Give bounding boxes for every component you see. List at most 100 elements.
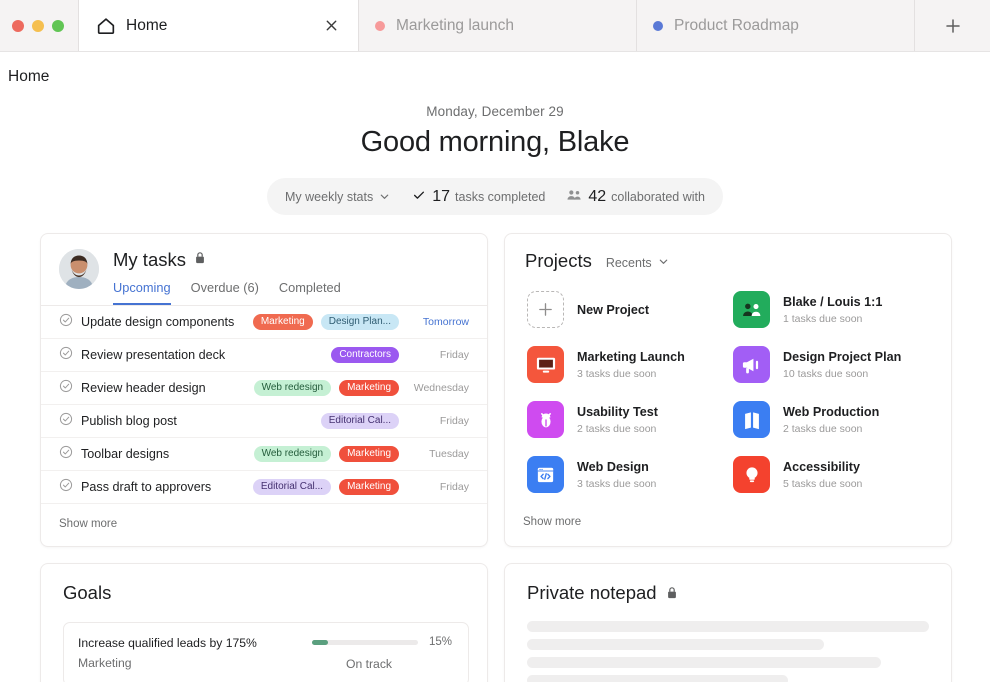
project-name: Marketing Launch bbox=[577, 350, 685, 364]
tab-product-roadmap-label: Product Roadmap bbox=[674, 16, 799, 34]
project-item[interactable]: Web Production 2 tasks due soon bbox=[729, 392, 935, 447]
task-complete-icon[interactable] bbox=[59, 346, 73, 365]
task-name: Review presentation deck bbox=[81, 348, 226, 362]
project-name: Accessibility bbox=[783, 460, 861, 474]
goals-card: Goals Increase qualified leads by 175% M… bbox=[40, 563, 488, 682]
people-icon bbox=[733, 291, 770, 328]
window-minimize-button[interactable] bbox=[32, 19, 44, 32]
notepad-placeholder-line bbox=[527, 621, 929, 632]
project-subtitle: 10 tasks due soon bbox=[783, 368, 869, 380]
greeting-date: Monday, December 29 bbox=[426, 104, 564, 119]
new-tab-button[interactable] bbox=[914, 0, 990, 51]
task-tag[interactable]: Contractors bbox=[331, 346, 399, 364]
tasks-completed-label: tasks completed bbox=[455, 189, 546, 204]
projects-show-more[interactable]: Show more bbox=[505, 502, 951, 544]
goal-item[interactable]: Increase qualified leads by 175% Marketi… bbox=[63, 622, 469, 682]
goal-progress-track bbox=[312, 639, 418, 645]
goal-percent: 15% bbox=[428, 636, 452, 648]
task-name: Toolbar designs bbox=[81, 447, 170, 461]
task-name: Pass draft to approvers bbox=[81, 480, 212, 494]
task-tag[interactable]: Web redesign bbox=[253, 379, 332, 397]
project-name: Web Design bbox=[577, 460, 649, 474]
collaborators-count: 42 bbox=[588, 187, 607, 205]
window-traffic-lights bbox=[0, 0, 78, 51]
notepad-placeholder-line bbox=[527, 639, 825, 650]
task-complete-icon[interactable] bbox=[59, 313, 73, 332]
task-tag[interactable]: Marketing bbox=[252, 313, 313, 331]
avatar[interactable] bbox=[59, 249, 99, 289]
private-notepad-title: Private notepad bbox=[527, 582, 657, 603]
notepad-placeholder-line bbox=[527, 675, 789, 682]
project-name: Design Project Plan bbox=[783, 350, 902, 364]
dot-icon bbox=[375, 20, 385, 31]
task-complete-icon[interactable] bbox=[59, 412, 73, 431]
window-close-button[interactable] bbox=[12, 19, 24, 32]
code-icon bbox=[527, 456, 564, 493]
task-tag[interactable]: Editorial Cal... bbox=[252, 478, 332, 496]
my-tasks-title: My tasks bbox=[113, 249, 186, 270]
plus-icon bbox=[527, 291, 564, 328]
task-tag[interactable]: Marketing bbox=[339, 478, 399, 496]
project-item[interactable]: Marketing Launch 3 tasks due soon bbox=[523, 337, 729, 392]
tab-overdue[interactable]: Overdue (6) bbox=[191, 280, 259, 305]
weekly-stats-dropdown[interactable]: My weekly stats bbox=[285, 190, 390, 204]
task-tag[interactable]: Marketing bbox=[339, 379, 399, 397]
lock-icon bbox=[194, 251, 206, 269]
goal-status: On track bbox=[345, 657, 393, 671]
project-item[interactable]: Design Project Plan 10 tasks due soon bbox=[729, 337, 935, 392]
bulb-icon bbox=[733, 456, 770, 493]
tab-home[interactable]: Home bbox=[78, 0, 358, 51]
tab-product-roadmap[interactable]: Product Roadmap bbox=[636, 0, 914, 51]
task-tag[interactable]: Editorial Cal... bbox=[320, 412, 399, 430]
project-subtitle: 3 tasks due soon bbox=[577, 478, 657, 490]
tab-close-icon[interactable] bbox=[320, 15, 342, 37]
goal-name: Increase qualified leads by 175% bbox=[78, 636, 257, 650]
projects-card: Projects Recents New Project Blake / Loui… bbox=[504, 233, 952, 547]
project-item[interactable]: Usability Test 2 tasks due soon bbox=[523, 392, 729, 447]
projects-filter-dropdown[interactable]: Recents bbox=[606, 256, 669, 270]
private-notepad-card: Private notepad bbox=[504, 563, 952, 682]
project-item[interactable]: Blake / Louis 1:1 1 tasks due soon bbox=[729, 282, 935, 337]
task-complete-icon[interactable] bbox=[59, 478, 73, 497]
task-due-date: Friday bbox=[439, 481, 469, 493]
project-subtitle: 2 tasks due soon bbox=[783, 423, 863, 435]
new-project-button[interactable]: New Project bbox=[523, 282, 729, 337]
projects-filter-label: Recents bbox=[605, 256, 652, 270]
task-row[interactable]: Publish blog post Editorial Cal... Friday bbox=[41, 405, 487, 438]
project-item[interactable]: Accessibility 5 tasks due soon bbox=[729, 447, 935, 502]
notepad-placeholder-line bbox=[527, 657, 881, 668]
tab-marketing-launch[interactable]: Marketing launch bbox=[358, 0, 636, 51]
task-complete-icon[interactable] bbox=[59, 379, 73, 398]
task-row[interactable]: Pass draft to approvers Editorial Cal... M… bbox=[41, 471, 487, 504]
task-name: Review header design bbox=[81, 381, 206, 395]
task-due-date: Tuesday bbox=[429, 448, 469, 460]
project-name: Web Production bbox=[783, 405, 880, 419]
task-complete-icon[interactable] bbox=[59, 445, 73, 464]
task-row[interactable]: Review presentation deck Contractors Frida… bbox=[41, 339, 487, 372]
notepad-placeholder[interactable] bbox=[505, 604, 951, 682]
tab-completed[interactable]: Completed bbox=[279, 280, 341, 305]
dashboard-grid: My tasks Upcoming Overdue (6) Completed bbox=[0, 215, 990, 682]
task-row[interactable]: Toolbar designs Web redesign Marketing Tues… bbox=[41, 438, 487, 471]
task-row[interactable]: Update design components Marketing Design … bbox=[41, 306, 487, 339]
goal-progress-fill bbox=[312, 639, 328, 645]
project-item[interactable]: Web Design 3 tasks due soon bbox=[523, 447, 729, 502]
browser-tab-bar: Home Marketing launch Product Roadmap bbox=[0, 0, 990, 52]
task-row[interactable]: Review header design Web redesign Marketin… bbox=[41, 372, 487, 405]
greeting-section: Monday, December 29 Good morning, Blake … bbox=[0, 104, 990, 215]
task-tag[interactable]: Design Plan... bbox=[320, 313, 399, 331]
monitor-icon bbox=[527, 346, 564, 383]
tasks-show-more[interactable]: Show more bbox=[41, 504, 487, 546]
window-zoom-button[interactable] bbox=[52, 19, 64, 32]
task-name: Publish blog post bbox=[81, 414, 177, 428]
project-name: Blake / Louis 1:1 bbox=[783, 295, 883, 309]
bug-icon bbox=[527, 401, 564, 438]
chevron-down-icon bbox=[379, 191, 390, 202]
task-tag[interactable]: Web redesign bbox=[253, 445, 332, 463]
collaborators-label: collaborated with bbox=[611, 189, 705, 204]
tab-upcoming[interactable]: Upcoming bbox=[113, 280, 171, 305]
task-tag[interactable]: Marketing bbox=[339, 445, 399, 463]
breadcrumb[interactable]: Home bbox=[0, 52, 990, 92]
task-due-date: Wednesday bbox=[413, 382, 469, 394]
tasks-completed-count: 17 bbox=[432, 187, 451, 205]
